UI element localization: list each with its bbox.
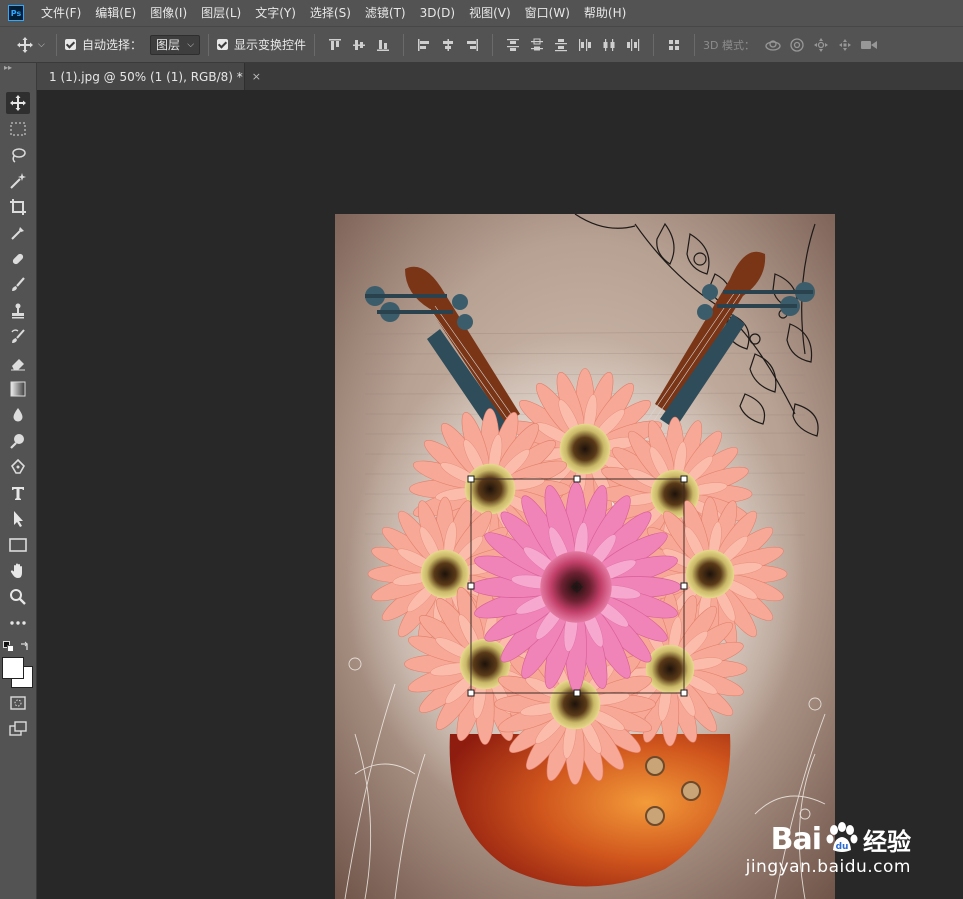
path-selection-icon[interactable]: [6, 508, 30, 530]
menu-filter[interactable]: 滤镜(T): [358, 0, 413, 26]
baidu-watermark: Bai du 经验 jingyan.baidu.com: [746, 822, 911, 877]
distribute-left-icon[interactable]: [574, 34, 596, 56]
auto-select-dropdown[interactable]: 图层 ⌵: [150, 34, 201, 55]
3d-mode-label: 3D 模式：: [703, 38, 755, 52]
lasso-tool-icon[interactable]: [6, 144, 30, 166]
separator: [694, 33, 696, 56]
menu-select[interactable]: 选择(S): [303, 0, 358, 26]
gradient-tool-icon[interactable]: [6, 378, 30, 400]
document-tab-bar: 1 (1).jpg @ 50% (1 (1), RGB/8) * ×: [37, 63, 963, 90]
history-brush-icon[interactable]: [6, 326, 30, 348]
chevron-down-icon[interactable]: ⌵: [38, 40, 48, 50]
menu-window[interactable]: 窗口(W): [518, 0, 577, 26]
pen-tool-icon[interactable]: [6, 456, 30, 478]
orbit-3d-camera-icon[interactable]: [762, 34, 784, 56]
align-horizontal-centers-icon[interactable]: [437, 34, 459, 56]
dodge-tool-icon[interactable]: [6, 430, 30, 452]
watermark-suffix: 经验: [863, 828, 911, 856]
align-right-edges-icon[interactable]: [461, 34, 483, 56]
more-tools-icon[interactable]: [6, 612, 30, 634]
default-colors-icon[interactable]: [3, 641, 15, 653]
screen-mode-icon[interactable]: [6, 718, 30, 740]
move-tool-preset-icon[interactable]: [14, 34, 36, 56]
type-tool-icon[interactable]: [6, 482, 30, 504]
align-vertical-centers-icon[interactable]: [348, 34, 370, 56]
roll-3d-camera-icon[interactable]: [786, 34, 808, 56]
chevron-down-icon: ⌵: [187, 39, 195, 50]
watermark-brand-text: Bai: [770, 822, 822, 857]
separator: [403, 33, 405, 56]
blur-tool-icon[interactable]: [6, 404, 30, 426]
magic-wand-icon[interactable]: [6, 170, 30, 192]
move-tool-icon[interactable]: [6, 92, 30, 114]
close-icon[interactable]: ×: [252, 70, 261, 83]
align-group: [323, 33, 703, 56]
document-tab[interactable]: 1 (1).jpg @ 50% (1 (1), RGB/8) * ×: [37, 63, 261, 90]
healing-brush-icon[interactable]: [6, 248, 30, 270]
quick-mask-icon[interactable]: [6, 692, 30, 714]
menu-layer[interactable]: 图层(L): [194, 0, 248, 26]
foreground-color-swatch[interactable]: [2, 657, 24, 679]
auto-align-layers-icon[interactable]: [663, 34, 685, 56]
artwork-image[interactable]: [335, 214, 835, 899]
eyedropper-icon[interactable]: [6, 222, 30, 244]
distribute-horizontal-centers-icon[interactable]: [598, 34, 620, 56]
auto-select-value: 图层: [156, 38, 181, 52]
separator: [56, 33, 57, 56]
clone-stamp-icon[interactable]: [6, 300, 30, 322]
show-transform-label: 显示变换控件: [234, 38, 307, 52]
pan-3d-camera-icon[interactable]: [810, 34, 832, 56]
panel-collapse-icon[interactable]: ▸▸: [0, 63, 36, 73]
swap-colors-icon[interactable]: [19, 641, 31, 653]
menu-help[interactable]: 帮助(H): [577, 0, 633, 26]
distribute-vertical-centers-icon[interactable]: [526, 34, 548, 56]
auto-select-checkbox[interactable]: [65, 39, 76, 50]
menu-3d[interactable]: 3D(D): [413, 0, 462, 26]
auto-select-label: 自动选择：: [82, 38, 143, 52]
zoom-tool-icon[interactable]: [6, 586, 30, 608]
menu-image[interactable]: 图像(I): [143, 0, 194, 26]
options-bar: ⌵ 自动选择： 图层 ⌵ 显示变换控件 3D 模式：: [0, 26, 963, 63]
distribute-bottom-icon[interactable]: [550, 34, 572, 56]
separator: [492, 33, 494, 56]
zoom-3d-camera-icon[interactable]: [858, 34, 880, 56]
distribute-top-icon[interactable]: [502, 34, 524, 56]
crop-tool-icon[interactable]: [6, 196, 30, 218]
hand-tool-icon[interactable]: [6, 560, 30, 582]
align-left-edges-icon[interactable]: [413, 34, 435, 56]
eraser-tool-icon[interactable]: [6, 352, 30, 374]
distribute-right-icon[interactable]: [622, 34, 644, 56]
rectangular-marquee-icon[interactable]: [6, 118, 30, 140]
watermark-url: jingyan.baidu.com: [745, 857, 911, 877]
menu-file[interactable]: 文件(F): [34, 0, 88, 26]
slide-3d-camera-icon[interactable]: [834, 34, 856, 56]
paw-logo-icon: du: [825, 822, 859, 857]
separator: [208, 33, 210, 56]
menu-edit[interactable]: 编辑(E): [88, 0, 143, 26]
document-tab-title: 1 (1).jpg @ 50% (1 (1), RGB/8) *: [49, 69, 243, 84]
separator: [653, 33, 655, 56]
rectangle-tool-icon[interactable]: [6, 534, 30, 556]
menu-bar: Ps 文件(F) 编辑(E) 图像(I) 图层(L) 文字(Y) 选择(S) 滤…: [0, 0, 963, 26]
align-bottom-edges-icon[interactable]: [372, 34, 394, 56]
menu-type[interactable]: 文字(Y): [248, 0, 303, 26]
menu-view[interactable]: 视图(V): [462, 0, 518, 26]
brush-tool-icon[interactable]: [6, 274, 30, 296]
show-transform-checkbox[interactable]: [217, 39, 229, 50]
separator: [314, 33, 316, 56]
watermark-brand: Bai du 经验: [771, 822, 911, 857]
tools-panel: ▸▸: [0, 63, 37, 899]
align-top-edges-icon[interactable]: [324, 34, 346, 56]
canvas-area[interactable]: Bai du 经验 jingyan.baidu.com: [37, 90, 963, 899]
photoshop-logo-icon[interactable]: Ps: [8, 5, 24, 21]
svg-text:du: du: [836, 842, 849, 852]
